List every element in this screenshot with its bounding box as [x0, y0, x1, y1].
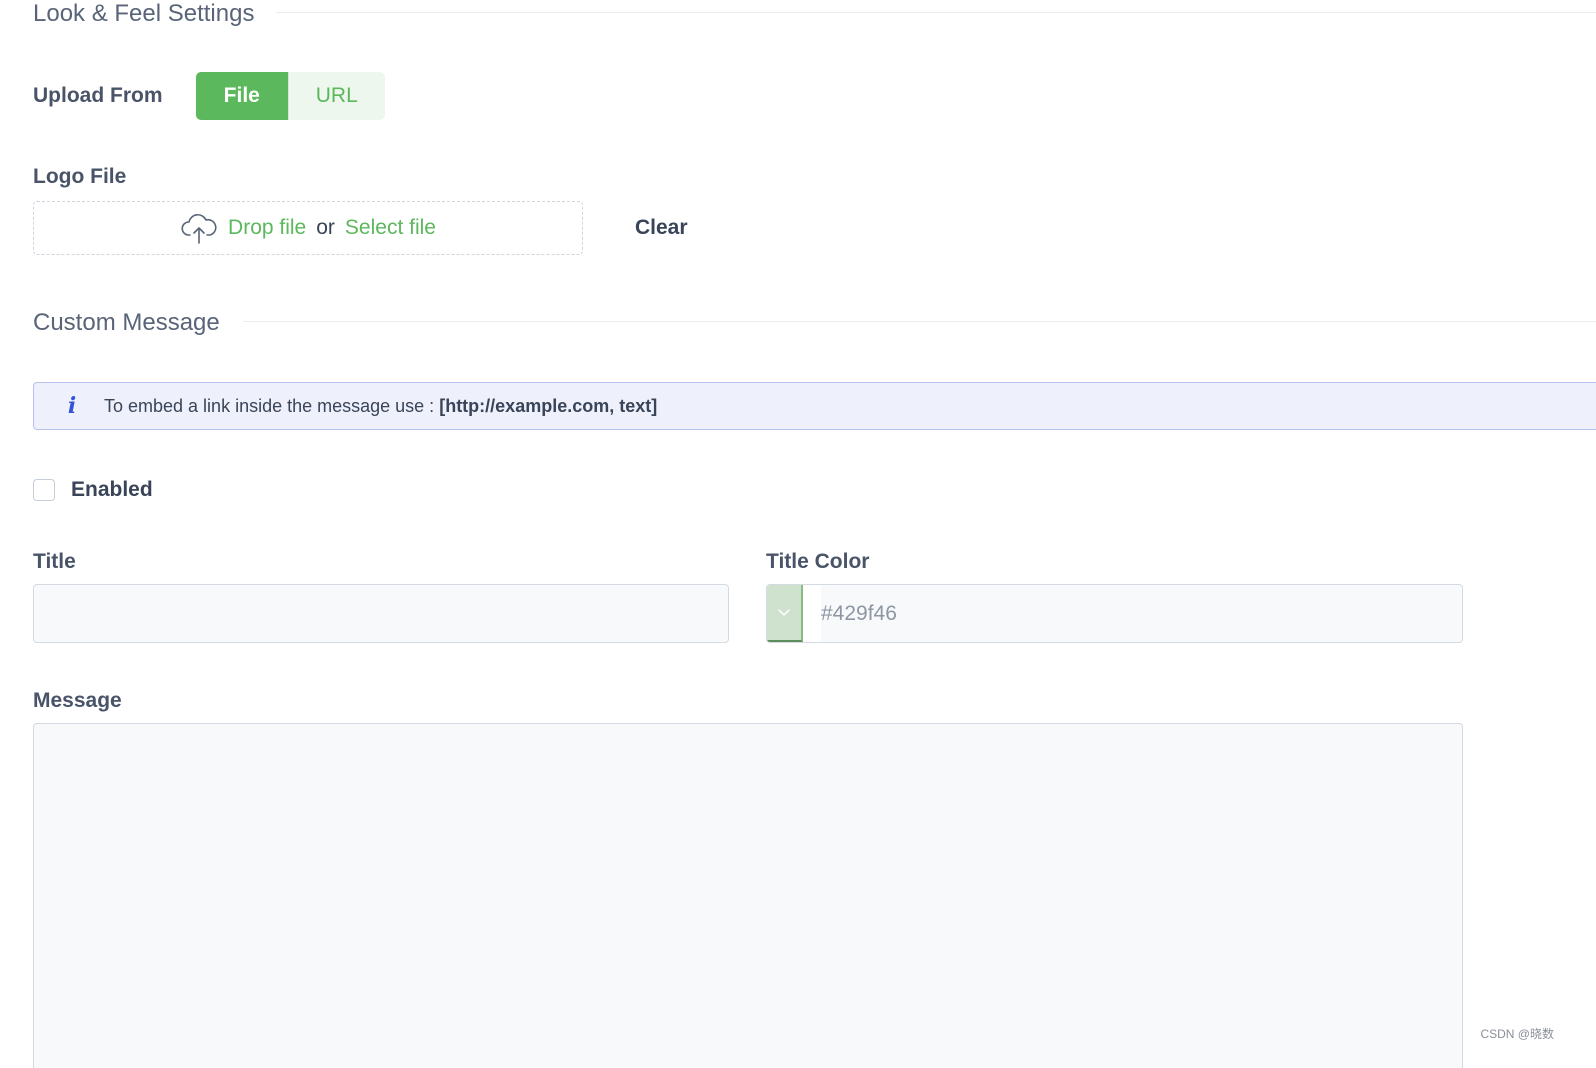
custom-message-divider — [243, 321, 1596, 322]
select-file-link[interactable]: Select file — [345, 216, 436, 240]
info-code: [http://example.com, text] — [439, 395, 658, 416]
logo-dropzone[interactable]: Drop file or Select file — [33, 201, 583, 255]
message-textarea[interactable] — [33, 723, 1463, 1068]
upload-option-url[interactable]: URL — [287, 72, 385, 120]
drop-file-text: Drop file — [228, 216, 307, 239]
look-feel-heading: Look & Feel Settings — [33, 0, 255, 27]
chevron-down-icon — [778, 604, 790, 622]
drop-or-text: or — [316, 216, 335, 239]
title-input[interactable] — [33, 584, 729, 643]
settings-page: Look & Feel Settings Upload From File UR… — [0, 0, 1596, 1068]
clear-button[interactable]: Clear — [635, 216, 688, 240]
message-label: Message — [33, 689, 122, 712]
upload-option-file[interactable]: File — [196, 72, 288, 120]
info-icon: i — [67, 393, 77, 419]
upload-from-label: Upload From — [33, 84, 163, 107]
color-swatch[interactable] — [767, 585, 803, 642]
look-feel-divider — [276, 12, 1596, 13]
info-banner: i To embed a link inside the message use… — [33, 382, 1596, 430]
title-color-field — [766, 584, 1463, 643]
watermark: CSDN @晓数 — [1480, 1027, 1554, 1041]
title-color-input[interactable] — [821, 585, 1462, 642]
title-color-label: Title Color — [766, 550, 870, 573]
enabled-label[interactable]: Enabled — [71, 478, 153, 502]
upload-from-toggle: File URL — [196, 72, 385, 120]
info-text: To embed a link inside the message use :… — [104, 395, 658, 416]
custom-message-heading: Custom Message — [33, 309, 220, 336]
cloud-upload-icon — [180, 212, 218, 244]
logo-file-label: Logo File — [33, 165, 127, 188]
title-label: Title — [33, 550, 76, 573]
swatch-gap — [803, 585, 821, 642]
enabled-checkbox[interactable] — [33, 479, 55, 501]
